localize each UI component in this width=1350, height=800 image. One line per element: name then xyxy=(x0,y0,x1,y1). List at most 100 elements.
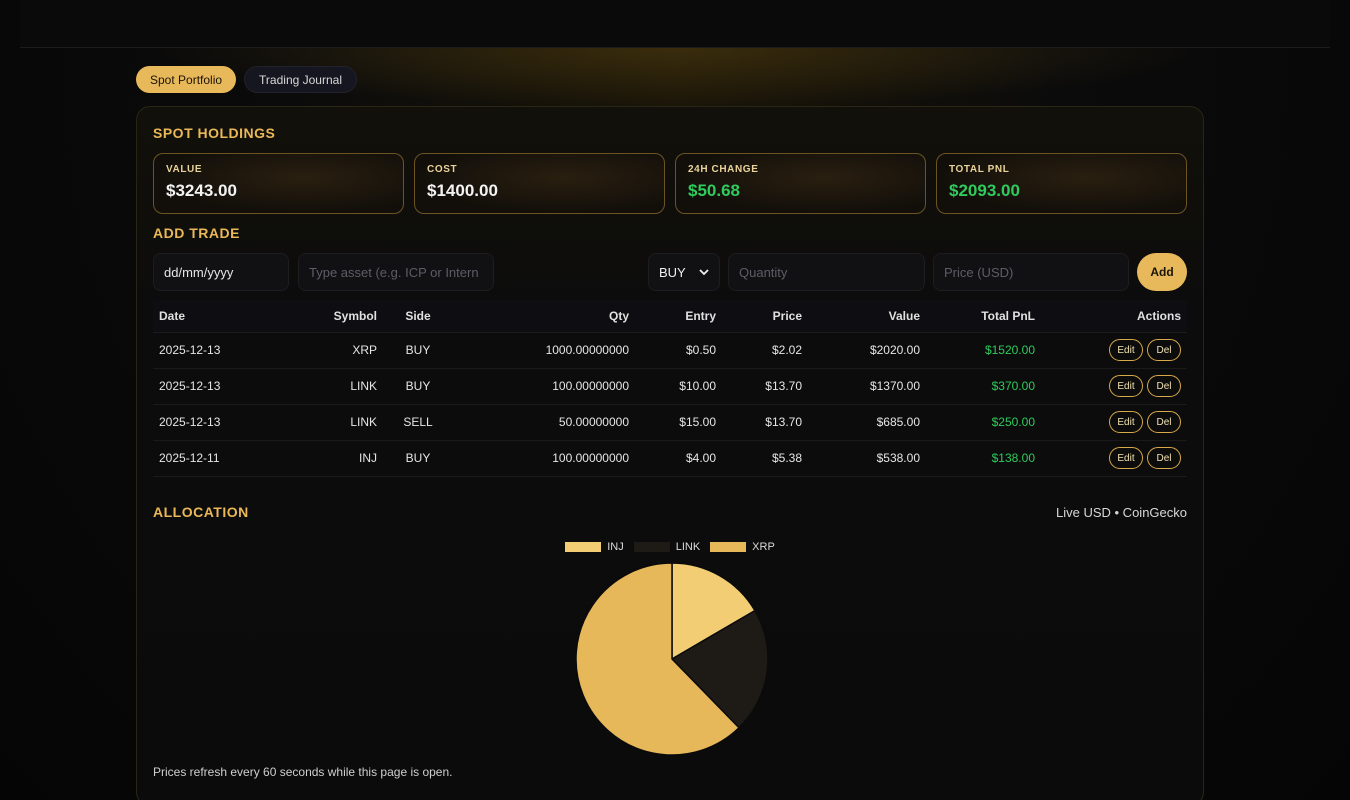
col-side[interactable]: Side xyxy=(383,300,453,333)
tab-spot-portfolio[interactable]: Spot Portfolio xyxy=(136,66,237,93)
add-trade-button[interactable]: Add xyxy=(1137,253,1187,291)
table-row: 2025-12-11 INJ BUY 100.00000000 $4.00 $5… xyxy=(153,440,1187,477)
cell-price: $13.70 xyxy=(722,368,808,405)
cell-entry: $10.00 xyxy=(635,368,722,405)
stat-cost: COST $1400.00 xyxy=(414,153,665,214)
quantity-placeholder: Quantity xyxy=(739,264,788,280)
cell-actions: Edit Del xyxy=(1041,404,1187,441)
stat-24h-change: 24H CHANGE $50.68 xyxy=(675,153,926,214)
legend-swatch xyxy=(565,542,602,552)
table-row: 2025-12-13 LINK SELL 50.00000000 $15.00 … xyxy=(153,404,1187,441)
stat-label: TOTAL PNL xyxy=(949,164,1010,175)
col-symbol[interactable]: Symbol xyxy=(263,300,383,333)
trades-table: Date Symbol Side Qty Entry Price Value T… xyxy=(153,300,1187,477)
view-tabs: Spot Portfolio Trading Journal xyxy=(136,66,357,93)
edit-button[interactable]: Edit xyxy=(1109,411,1143,433)
cell-price: $13.70 xyxy=(722,404,808,441)
legend-swatch xyxy=(633,542,670,552)
refresh-footnote: Prices refresh every 60 seconds while th… xyxy=(153,765,453,779)
delete-button[interactable]: Del xyxy=(1147,375,1181,397)
stats-row: VALUE $3243.00 COST $1400.00 24H CHANGE … xyxy=(153,153,1187,214)
legend-swatch xyxy=(710,542,747,552)
cell-value: $538.00 xyxy=(808,440,926,477)
cell-entry: $15.00 xyxy=(635,404,722,441)
cell-side: BUY xyxy=(383,332,453,369)
quantity-input[interactable]: Quantity xyxy=(728,253,925,291)
cell-date: 2025-12-13 xyxy=(153,332,263,369)
cell-symbol: LINK xyxy=(263,404,383,441)
col-entry[interactable]: Entry xyxy=(635,300,722,333)
table-header-row: Date Symbol Side Qty Entry Price Value T… xyxy=(153,300,1187,333)
col-qty[interactable]: Qty xyxy=(453,300,635,333)
legend-item: INJ xyxy=(565,541,624,553)
edit-button[interactable]: Edit xyxy=(1109,339,1143,361)
cell-qty: 1000.00000000 xyxy=(453,332,635,369)
cell-pnl: $250.00 xyxy=(926,404,1041,441)
chevron-down-icon xyxy=(699,268,709,275)
legend-label: INJ xyxy=(607,541,624,553)
legend-label: LINK xyxy=(675,541,701,553)
cell-date: 2025-12-13 xyxy=(153,404,263,441)
cell-entry: $4.00 xyxy=(635,440,722,477)
stat-label: 24H CHANGE xyxy=(688,164,759,175)
cell-symbol: LINK xyxy=(263,368,383,405)
cell-pnl: $370.00 xyxy=(926,368,1041,405)
asset-placeholder: Type asset (e.g. ICP or Intern xyxy=(309,264,479,280)
stat-amount: $2093.00 xyxy=(949,181,1020,200)
cell-symbol: XRP xyxy=(263,332,383,369)
date-value: dd/mm/yyyy xyxy=(164,264,234,280)
cell-actions: Edit Del xyxy=(1041,440,1187,477)
add-trade-title: ADD TRADE xyxy=(153,225,240,241)
cell-date: 2025-12-13 xyxy=(153,368,263,405)
cell-symbol: INJ xyxy=(263,440,383,477)
cell-value: $685.00 xyxy=(808,404,926,441)
stat-label: VALUE xyxy=(166,164,203,175)
stat-total-pnl: TOTAL PNL $2093.00 xyxy=(936,153,1187,214)
cell-date: 2025-12-11 xyxy=(153,440,263,477)
price-source-label: Live USD • CoinGecko xyxy=(1056,505,1187,520)
table-row: 2025-12-13 LINK BUY 100.00000000 $10.00 … xyxy=(153,368,1187,405)
side-value: BUY xyxy=(659,264,686,280)
chart-legend: INJ LINK XRP xyxy=(137,541,1203,553)
cell-price: $5.38 xyxy=(722,440,808,477)
delete-button[interactable]: Del xyxy=(1147,447,1181,469)
delete-button[interactable]: Del xyxy=(1147,411,1181,433)
top-bar xyxy=(20,0,1330,48)
edit-button[interactable]: Edit xyxy=(1109,375,1143,397)
tab-trading-journal[interactable]: Trading Journal xyxy=(244,66,357,93)
cell-value: $2020.00 xyxy=(808,332,926,369)
date-input[interactable]: dd/mm/yyyy xyxy=(153,253,289,291)
col-value[interactable]: Value xyxy=(808,300,926,333)
col-price[interactable]: Price xyxy=(722,300,808,333)
side-select[interactable]: BUY xyxy=(648,253,720,291)
cell-qty: 100.00000000 xyxy=(453,440,635,477)
legend-item: XRP xyxy=(710,541,775,553)
cell-qty: 50.00000000 xyxy=(453,404,635,441)
allocation-title: ALLOCATION xyxy=(153,504,249,520)
allocation-pie-chart xyxy=(575,562,769,756)
cell-side: SELL xyxy=(383,404,453,441)
cell-qty: 100.00000000 xyxy=(453,368,635,405)
delete-button[interactable]: Del xyxy=(1147,339,1181,361)
cell-pnl: $138.00 xyxy=(926,440,1041,477)
asset-input[interactable]: Type asset (e.g. ICP or Intern xyxy=(298,253,494,291)
price-input[interactable]: Price (USD) xyxy=(933,253,1129,291)
stat-amount: $50.68 xyxy=(688,181,740,200)
cell-entry: $0.50 xyxy=(635,332,722,369)
col-total-pnl[interactable]: Total PnL xyxy=(926,300,1041,333)
cell-side: BUY xyxy=(383,368,453,405)
cell-value: $1370.00 xyxy=(808,368,926,405)
add-trade-form: dd/mm/yyyy Type asset (e.g. ICP or Inter… xyxy=(153,253,1187,291)
stat-label: COST xyxy=(427,164,458,175)
col-actions: Actions xyxy=(1041,300,1187,333)
stat-value: VALUE $3243.00 xyxy=(153,153,404,214)
edit-button[interactable]: Edit xyxy=(1109,447,1143,469)
col-date[interactable]: Date xyxy=(153,300,263,333)
stat-amount: $3243.00 xyxy=(166,181,237,200)
legend-item: LINK xyxy=(633,541,701,553)
spot-holdings-title: SPOT HOLDINGS xyxy=(153,125,276,141)
cell-price: $2.02 xyxy=(722,332,808,369)
cell-pnl: $1520.00 xyxy=(926,332,1041,369)
cell-actions: Edit Del xyxy=(1041,368,1187,405)
legend-label: XRP xyxy=(752,541,775,553)
